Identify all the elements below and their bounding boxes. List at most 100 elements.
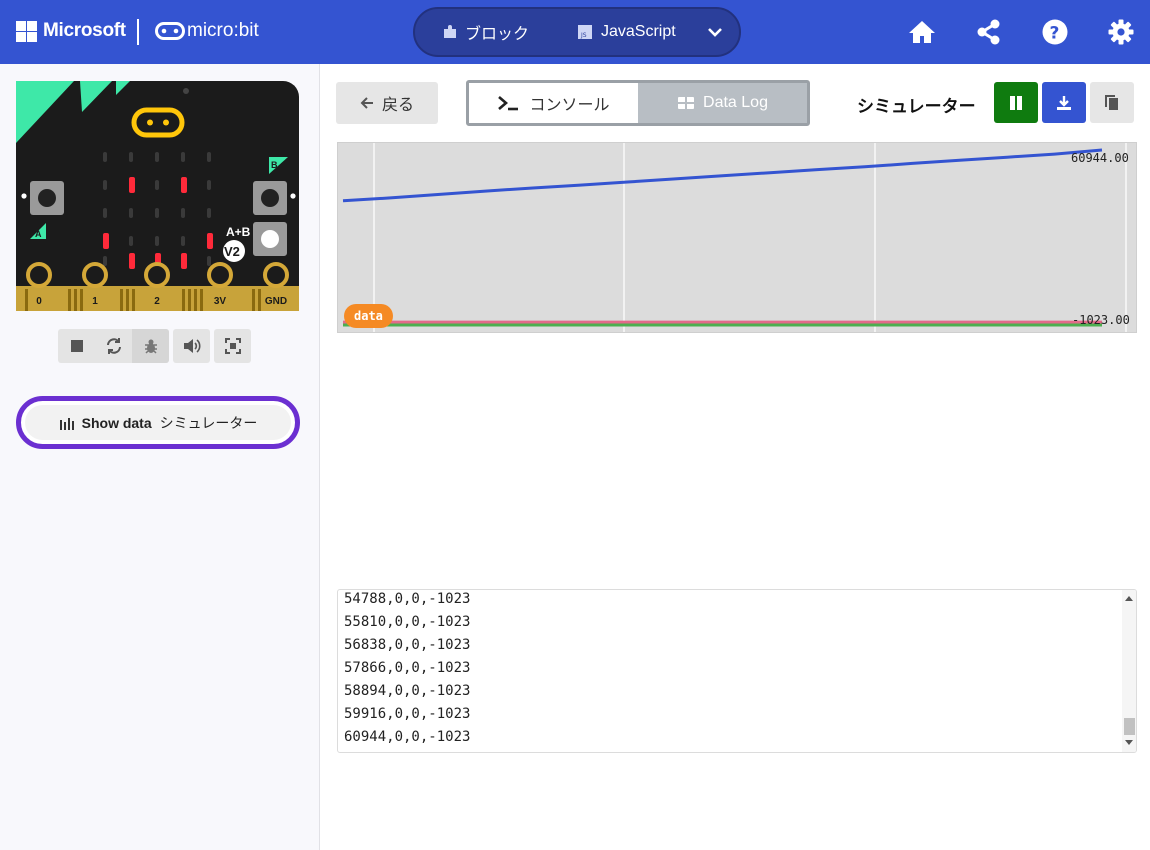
console-line: 59916,0,0,-1023: [344, 706, 471, 722]
debug-icon: [144, 339, 157, 354]
led: [181, 152, 185, 162]
led: [129, 236, 133, 246]
tab-data-log-label: Data Log: [703, 94, 768, 111]
pause-button[interactable]: [994, 82, 1038, 123]
pin-1[interactable]: [82, 262, 108, 288]
microsoft-logo-icon: [16, 21, 37, 42]
blocks-mode-label: ブロック: [465, 26, 530, 43]
sound-button[interactable]: [173, 329, 210, 363]
puzzle-icon: [444, 25, 456, 38]
led: [207, 233, 213, 249]
led: [181, 236, 185, 246]
series-name-chip[interactable]: data: [344, 304, 393, 328]
scroll-up-arrow-icon[interactable]: [1125, 596, 1133, 601]
led: [103, 256, 107, 266]
show-data-highlight: Show data シミュレーター: [16, 396, 300, 449]
tab-console[interactable]: コンソール: [469, 83, 638, 123]
share-icon[interactable]: [975, 18, 1003, 46]
pin-0[interactable]: [26, 262, 52, 288]
led: [207, 180, 211, 190]
microbit-brand[interactable]: micro:bit: [187, 20, 259, 42]
pin-3v[interactable]: [207, 262, 233, 288]
javascript-mode-button[interactable]: JS JavaScript: [577, 9, 676, 55]
console-line: 57866,0,0,-1023: [344, 660, 471, 676]
microbit-logo-icon: [155, 22, 185, 40]
sound-control: [173, 329, 210, 363]
led: [207, 256, 211, 266]
console-line: 56838,0,0,-1023: [344, 637, 471, 653]
led: [103, 180, 107, 190]
led: [103, 233, 109, 249]
help-icon[interactable]: ?: [1041, 18, 1069, 46]
console-output[interactable]: 54788,0,0,-1023 55810,0,0,-1023 56838,0,0,…: [337, 589, 1137, 753]
led: [103, 208, 107, 218]
show-data-label: Show data: [81, 414, 152, 431]
chart-series-lines: [342, 148, 1103, 327]
blocks-mode-button[interactable]: ブロック: [443, 9, 529, 55]
pin-label: 2: [154, 296, 160, 307]
scroll-down-arrow-icon[interactable]: [1125, 740, 1133, 745]
copy-button[interactable]: [1090, 82, 1134, 123]
back-label: 戻る: [381, 97, 414, 114]
led: [103, 152, 107, 162]
js-file-icon: JS: [578, 25, 592, 39]
console-scrollbar[interactable]: [1122, 590, 1136, 752]
led: [129, 208, 133, 218]
fullscreen-button[interactable]: [214, 329, 251, 363]
button-a-label: A: [35, 229, 42, 239]
pause-icon: [1010, 95, 1022, 110]
console-line: 60944,0,0,-1023: [344, 729, 471, 745]
scrollbar-thumb[interactable]: [1124, 718, 1135, 735]
chart-max-label: 60944.00: [1071, 151, 1129, 165]
fullscreen-control: [214, 329, 251, 363]
microbit-board[interactable]: A B A+B V2 0 1 2 3V GND: [16, 81, 299, 311]
simulator-panel: A B A+B V2 0 1 2 3V GND Show data シミュレータ…: [0, 64, 320, 850]
led: [181, 177, 187, 193]
chart-plot: [342, 143, 1127, 332]
led: [155, 152, 159, 162]
chevron-down-icon[interactable]: [705, 22, 725, 42]
chart-gridlines: [373, 143, 1127, 332]
led: [207, 152, 211, 162]
terminal-icon: [498, 96, 519, 111]
tab-data-log[interactable]: Data Log: [638, 83, 807, 123]
data-chart: data 60944.00 -1023.00: [337, 142, 1137, 333]
led: [129, 253, 135, 269]
fullscreen-icon: [224, 338, 241, 354]
svg-text:JS: JS: [580, 32, 587, 39]
stop-icon: [70, 340, 83, 352]
restart-button[interactable]: [95, 329, 132, 363]
pin-label: 1: [92, 296, 98, 307]
home-icon[interactable]: [908, 18, 936, 46]
chart-min-label: -1023.00: [1072, 313, 1130, 327]
button-ab-label: A+B: [226, 225, 251, 239]
javascript-mode-label: JavaScript: [601, 23, 676, 40]
show-data-button[interactable]: Show data シミュレーター: [25, 405, 291, 440]
dataview-tabs: コンソール Data Log: [466, 80, 810, 126]
pin-label: GND: [265, 296, 287, 307]
back-button[interactable]: 戻る: [336, 82, 438, 124]
run-controls: [58, 329, 169, 363]
arrow-left-icon: [360, 97, 373, 109]
led: [181, 208, 185, 218]
led: [129, 152, 133, 162]
version-badge: V2: [224, 244, 240, 259]
pin-2[interactable]: [144, 262, 170, 288]
debug-button[interactable]: [132, 329, 169, 363]
pin-gnd[interactable]: [263, 262, 289, 288]
led: [181, 253, 187, 269]
chart-series-line: [342, 148, 1103, 203]
download-button[interactable]: [1042, 82, 1086, 123]
led: [155, 236, 159, 246]
console-lines: 54788,0,0,-1023 55810,0,0,-1023 56838,0,0,…: [344, 590, 470, 751]
simulator-toolbar: [58, 329, 251, 363]
settings-icon[interactable]: [1107, 18, 1135, 46]
data-source-label: シミュレーター: [857, 97, 976, 116]
top-bar: Microsoft micro:bit ブロック JS JavaScript ?: [0, 0, 1150, 64]
svg-text:?: ?: [1050, 24, 1060, 44]
led: [155, 208, 159, 218]
led: [129, 177, 135, 193]
microsoft-brand: Microsoft: [43, 20, 126, 41]
bar-chart-icon: [59, 417, 74, 430]
stop-button[interactable]: [58, 329, 95, 363]
